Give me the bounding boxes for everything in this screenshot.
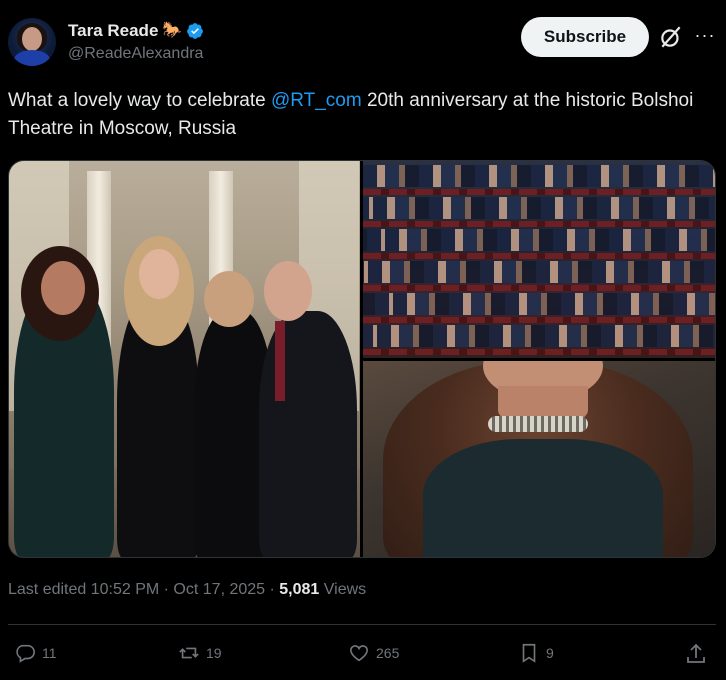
media-grid xyxy=(8,160,716,558)
photo-group-portrait[interactable] xyxy=(9,161,360,557)
reply-icon xyxy=(16,644,35,663)
more-icon[interactable]: ··· xyxy=(692,24,718,50)
like-icon xyxy=(349,645,369,662)
mention-link[interactable]: @RT_com xyxy=(271,90,362,111)
bookmark-count: 9 xyxy=(546,645,554,661)
edited-timestamp[interactable]: Last edited 10:52 PM · Oct 17, 2025 · xyxy=(8,581,279,598)
subscribe-button[interactable]: Subscribe xyxy=(521,17,649,57)
display-name[interactable]: Tara Reade xyxy=(68,21,158,41)
photo-theatre-audience[interactable] xyxy=(363,161,715,358)
views-count: 5,081 xyxy=(279,581,320,598)
horse-emoji: 🐎 xyxy=(162,22,183,39)
avatar[interactable] xyxy=(8,18,56,66)
reply-button[interactable]: 11 xyxy=(14,642,57,664)
reply-count: 11 xyxy=(42,645,57,661)
grok-icon[interactable] xyxy=(658,24,684,50)
bookmark-icon xyxy=(522,643,536,663)
verified-icon[interactable] xyxy=(186,22,204,40)
post-header: Tara Reade 🐎 @ReadeAlexandra Subscribe ·… xyxy=(8,14,718,70)
action-bar: 11 19 265 9 xyxy=(8,638,716,670)
repost-count: 19 xyxy=(206,645,222,661)
author-info: Tara Reade 🐎 @ReadeAlexandra xyxy=(68,20,204,63)
post-text-before: What a lovely way to celebrate xyxy=(8,90,271,111)
like-button[interactable]: 265 xyxy=(348,642,399,664)
repost-icon xyxy=(179,647,199,659)
divider xyxy=(8,624,716,625)
repost-button[interactable]: 19 xyxy=(178,642,222,664)
post-text: What a lovely way to celebrate @RT_com 2… xyxy=(8,87,720,143)
display-name-row: Tara Reade 🐎 xyxy=(68,20,204,42)
like-count: 265 xyxy=(376,645,400,661)
views-label: Views xyxy=(319,581,367,598)
photo-selfie[interactable] xyxy=(363,361,715,557)
bookmark-button[interactable]: 9 xyxy=(518,642,554,664)
author-handle[interactable]: @ReadeAlexandra xyxy=(68,45,204,63)
share-icon[interactable] xyxy=(684,642,708,666)
post-meta: Last edited 10:52 PM · Oct 17, 2025 · 5,… xyxy=(8,581,366,599)
